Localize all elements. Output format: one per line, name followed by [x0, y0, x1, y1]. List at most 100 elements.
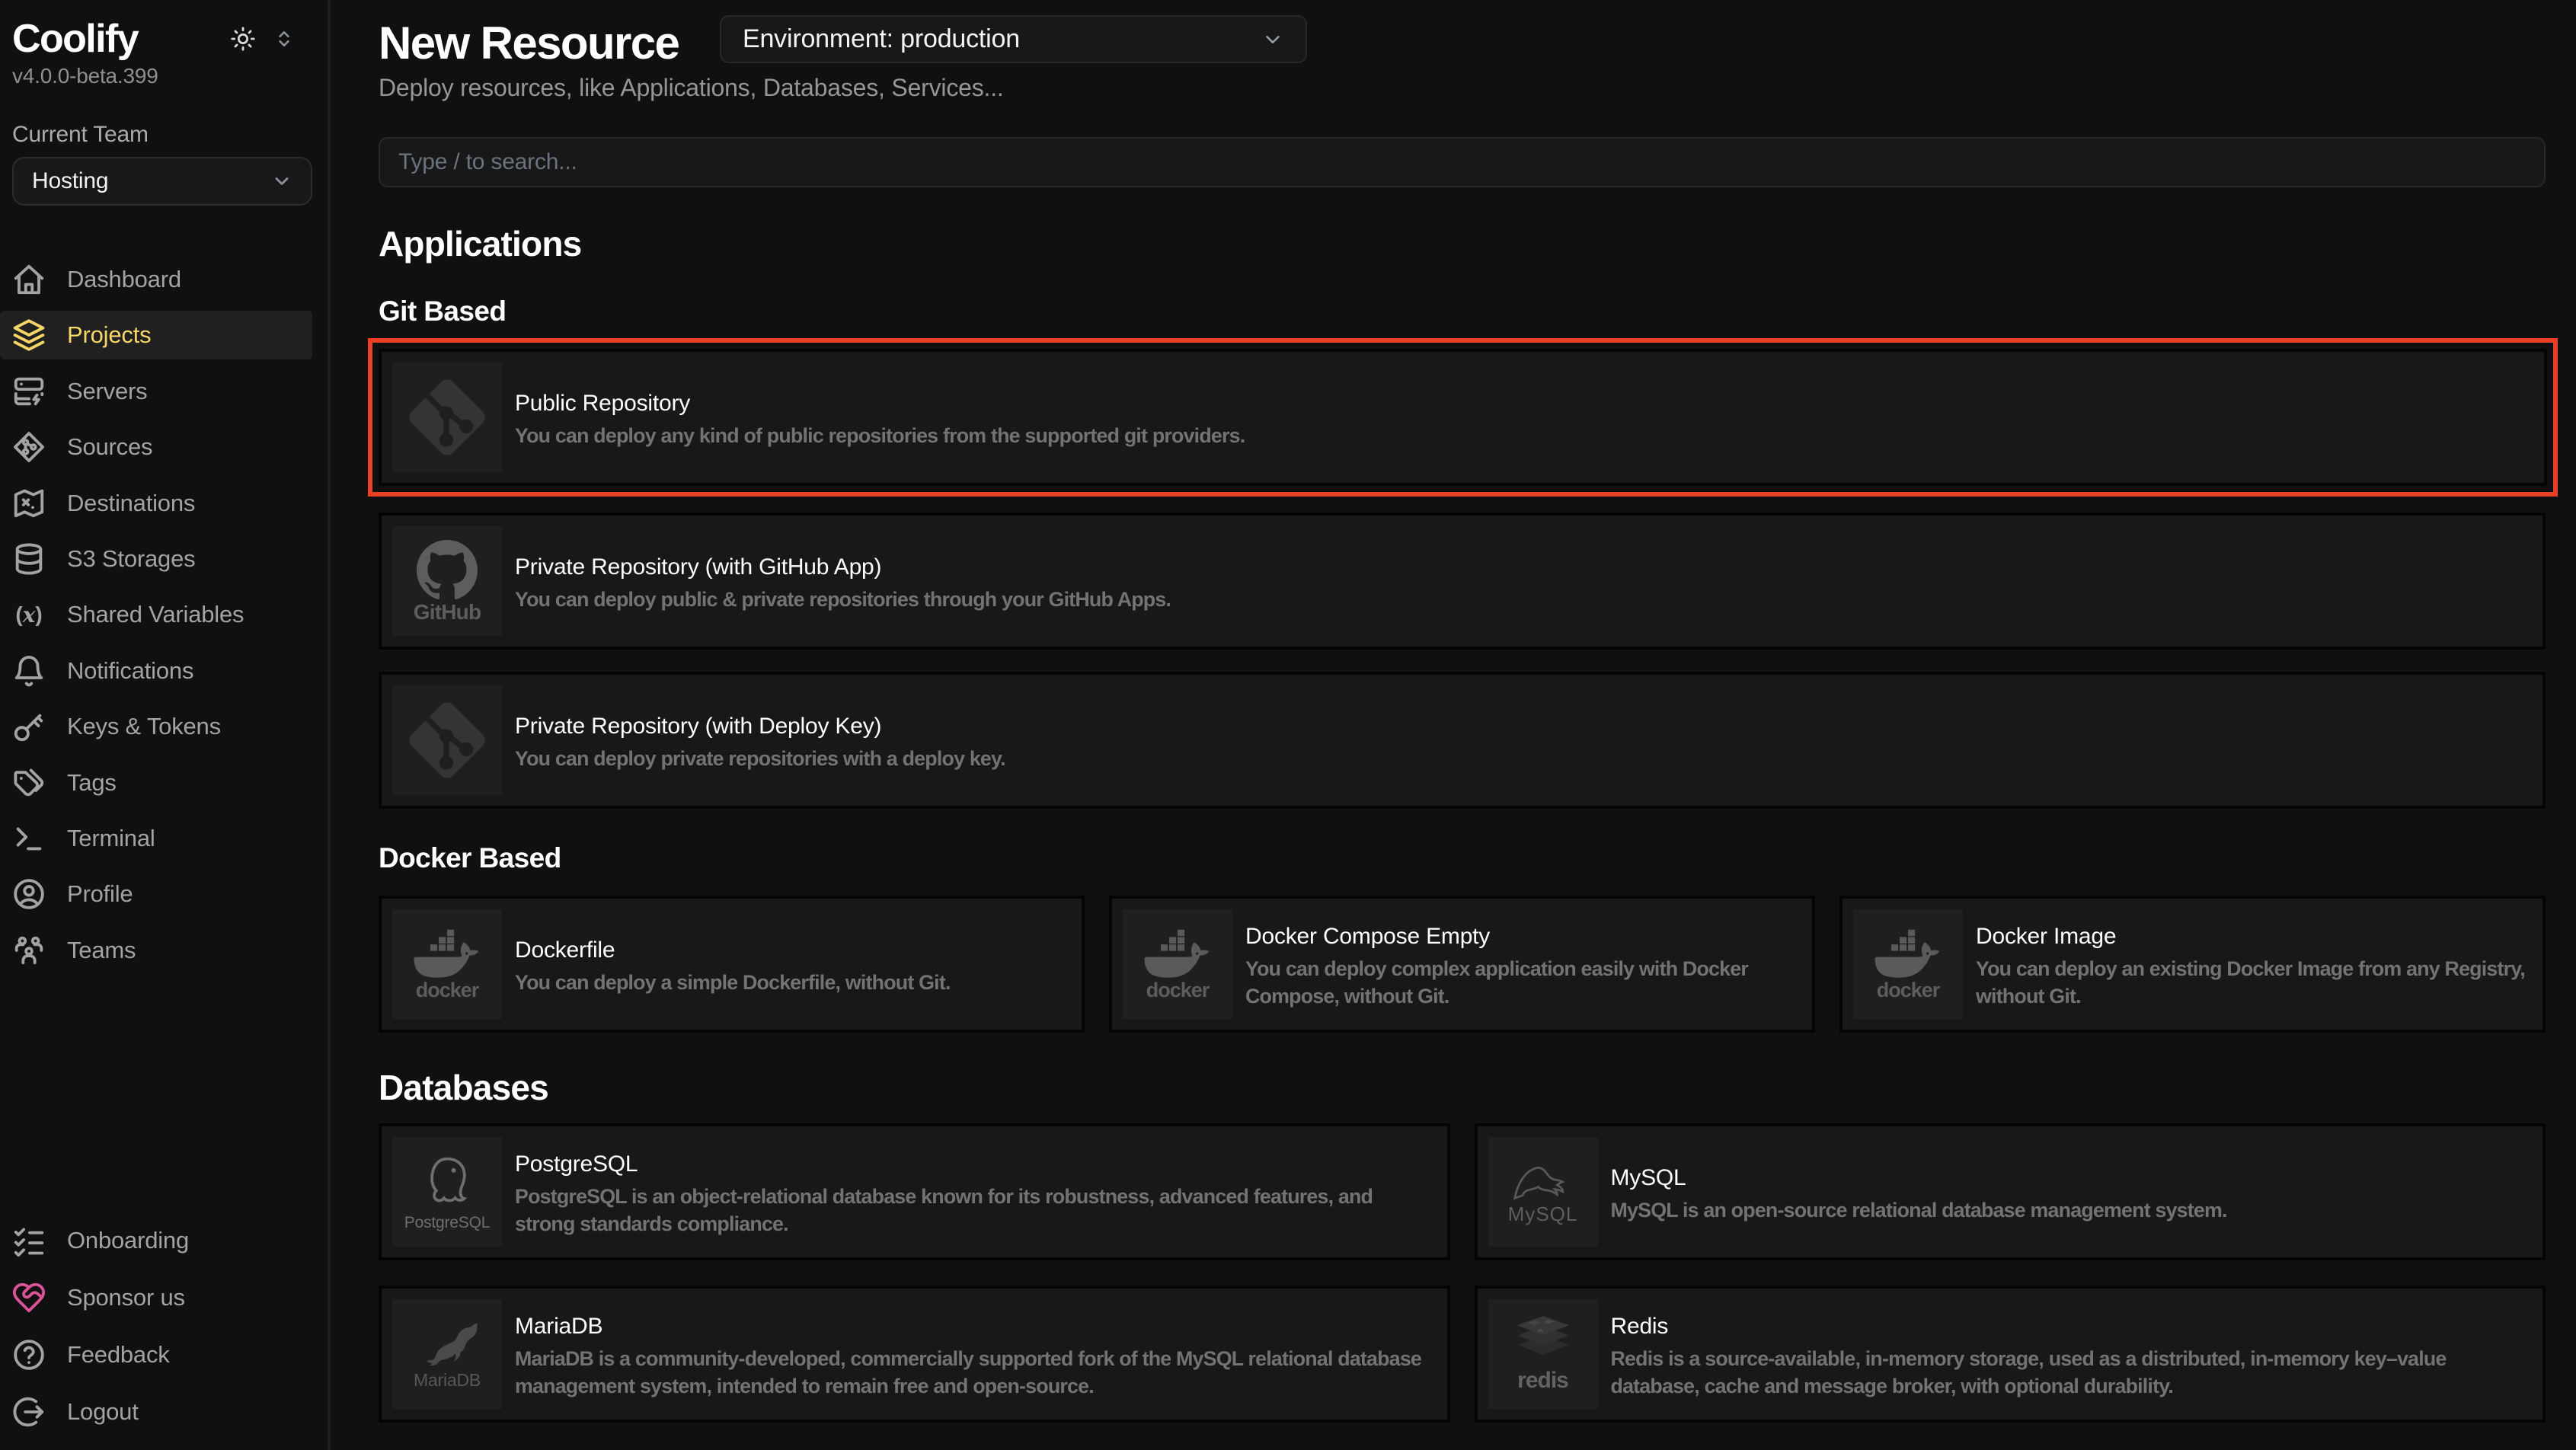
sidebar-item-logout[interactable]: Logout	[0, 1388, 312, 1436]
team-select-value: Hosting	[32, 168, 108, 194]
current-team-label: Current Team	[12, 122, 328, 148]
sidebar-item-label: Logout	[67, 1398, 139, 1426]
postgresql-icon: PostgreSQL	[392, 1137, 502, 1247]
user-icon	[14, 879, 44, 909]
card-title: Private Repository (with Deploy Key)	[515, 712, 1005, 741]
card-redis[interactable]: redis Redis Redis is a source-available,…	[1475, 1286, 2546, 1423]
card-description: You can deploy public & private reposito…	[515, 586, 1171, 613]
card-title: Docker Image	[1976, 922, 2532, 951]
team-select[interactable]: Hosting	[12, 157, 312, 206]
sidebar-item-terminal[interactable]: Terminal	[0, 814, 312, 863]
sidebar-item-sponsor-us[interactable]: Sponsor us	[0, 1273, 312, 1322]
docker-wordmark: docker	[416, 980, 479, 1001]
sidebar-item-label: Teams	[67, 937, 136, 964]
sidebar-item-s3-storages[interactable]: S3 Storages	[0, 535, 312, 583]
card-public-repository[interactable]: Public Repository You can deploy any kin…	[379, 349, 2547, 486]
sidebar-item-label: Profile	[67, 880, 133, 908]
sidebar-item-label: Terminal	[67, 825, 155, 852]
card-private-repository-github-app[interactable]: GitHub Private Repository (with GitHub A…	[379, 513, 2546, 650]
environment-select[interactable]: Environment: production	[720, 15, 1307, 63]
search-input[interactable]	[379, 137, 2546, 187]
chevrons-up-down-icon[interactable]	[274, 29, 294, 49]
variable-icon: (x)	[14, 599, 44, 630]
brand-row: Coolify	[12, 18, 294, 59]
coolify-app: Coolify v4.0.0-beta.399 Current Team Hos…	[0, 0, 2576, 1450]
card-title: Public Repository	[515, 389, 1245, 418]
sidebar-item-onboarding[interactable]: Onboarding	[0, 1216, 312, 1265]
sidebar-item-label: Projects	[67, 321, 151, 349]
card-description: You can deploy complex application easil…	[1245, 956, 1801, 1009]
main-content: New Resource Environment: production Dep…	[331, 0, 2576, 1450]
environment-select-value: Environment: production	[743, 24, 1020, 54]
layers-icon	[14, 320, 44, 350]
docker-wordmark: docker	[1146, 980, 1210, 1001]
git-diamond-icon	[14, 432, 44, 462]
help-circle-icon	[14, 1340, 44, 1370]
checklist-icon	[14, 1225, 44, 1256]
brand-title: Coolify	[12, 18, 138, 59]
sidebar-footer-nav: Onboarding Sponsor us Feedback Logout	[0, 1216, 328, 1450]
chevron-down-icon	[1261, 28, 1284, 51]
mariadb-icon: MariaDB	[392, 1299, 502, 1409]
mysql-icon: MySQL	[1488, 1137, 1598, 1247]
card-postgresql[interactable]: PostgreSQL PostgreSQL PostgreSQL is an o…	[379, 1123, 1450, 1260]
sidebar-item-teams[interactable]: Teams	[0, 926, 312, 975]
redis-icon: redis	[1488, 1299, 1598, 1409]
card-mariadb[interactable]: MariaDB MariaDB MariaDB is a community-d…	[379, 1286, 1450, 1423]
section-databases-title: Databases	[379, 1066, 2546, 1109]
sidebar-item-label: Sources	[67, 433, 152, 461]
sidebar-item-label: Feedback	[67, 1341, 170, 1369]
card-title: Docker Compose Empty	[1245, 922, 1801, 951]
database-icon	[14, 544, 44, 574]
card-description: PostgreSQL is an object-relational datab…	[515, 1183, 1437, 1237]
card-title: Dockerfile	[515, 936, 951, 965]
sidebar-item-projects[interactable]: Projects	[0, 311, 312, 359]
page-header: New Resource Environment: production	[379, 15, 2546, 73]
card-text: Private Repository (with GitHub App) You…	[514, 526, 1171, 636]
page-subtitle: Deploy resources, like Applications, Dat…	[379, 75, 2546, 101]
card-description: You can deploy private repositories with…	[515, 746, 1005, 772]
sidebar-item-destinations[interactable]: Destinations	[0, 479, 312, 528]
sidebar-item-shared-variables[interactable]: (x) Shared Variables	[0, 590, 312, 639]
sidebar-item-notifications[interactable]: Notifications	[0, 647, 312, 695]
git-icon	[392, 362, 502, 472]
card-description: Redis is a source-available, in-memory s…	[1611, 1346, 2533, 1399]
sidebar-item-label: Shared Variables	[67, 601, 244, 628]
mysql-wordmark: MySQL	[1508, 1204, 1578, 1224]
sidebar-item-sources[interactable]: Sources	[0, 423, 312, 471]
sidebar-item-dashboard[interactable]: Dashboard	[0, 255, 312, 304]
card-dockerfile[interactable]: docker Dockerfile You can deploy a simpl…	[379, 896, 1085, 1033]
highlight-outline: Public Repository You can deploy any kin…	[368, 338, 2558, 497]
sidebar-item-profile[interactable]: Profile	[0, 870, 312, 918]
sidebar-item-keys-tokens[interactable]: Keys & Tokens	[0, 702, 312, 751]
sidebar-item-feedback[interactable]: Feedback	[0, 1330, 312, 1379]
card-description: MySQL is an open-source relational datab…	[1611, 1197, 2227, 1224]
docker-wordmark: docker	[1877, 980, 1940, 1001]
sidebar-item-tags[interactable]: Tags	[0, 759, 312, 807]
sidebar-item-label: Dashboard	[67, 266, 181, 293]
sidebar-item-servers[interactable]: Servers	[0, 367, 312, 416]
postgresql-wordmark: PostgreSQL	[404, 1215, 490, 1231]
card-private-repository-deploy-key[interactable]: Private Repository (with Deploy Key) You…	[379, 672, 2546, 809]
card-docker-compose-empty[interactable]: docker Docker Compose Empty You can depl…	[1109, 896, 1815, 1033]
card-description: MariaDB is a community-developed, commer…	[515, 1346, 1437, 1399]
card-docker-image[interactable]: docker Docker Image You can deploy an ex…	[1839, 896, 2546, 1033]
home-icon	[14, 264, 44, 295]
sidebar-item-label: Tags	[67, 769, 117, 797]
page-title: New Resource	[379, 15, 2546, 72]
card-mysql[interactable]: MySQL MySQL MySQL is an open-source rela…	[1475, 1123, 2546, 1260]
terminal-icon	[14, 823, 44, 854]
users-icon	[14, 935, 44, 966]
docker-based-grid: docker Dockerfile You can deploy a simpl…	[379, 896, 2546, 1033]
databases-grid: PostgreSQL PostgreSQL PostgreSQL is an o…	[379, 1123, 2546, 1423]
card-title: Private Repository (with GitHub App)	[515, 553, 1171, 582]
heart-handshake-icon	[14, 1282, 44, 1313]
section-applications-title: Applications	[379, 222, 2546, 265]
sidebar-item-label: Keys & Tokens	[67, 713, 221, 740]
docker-icon: docker	[1853, 909, 1963, 1019]
mariadb-wordmark: MariaDB	[414, 1372, 481, 1389]
theme-sun-icon[interactable]	[230, 26, 256, 52]
card-description: You can deploy a simple Dockerfile, with…	[515, 969, 951, 996]
server-icon	[14, 376, 44, 407]
bell-icon	[14, 656, 44, 686]
